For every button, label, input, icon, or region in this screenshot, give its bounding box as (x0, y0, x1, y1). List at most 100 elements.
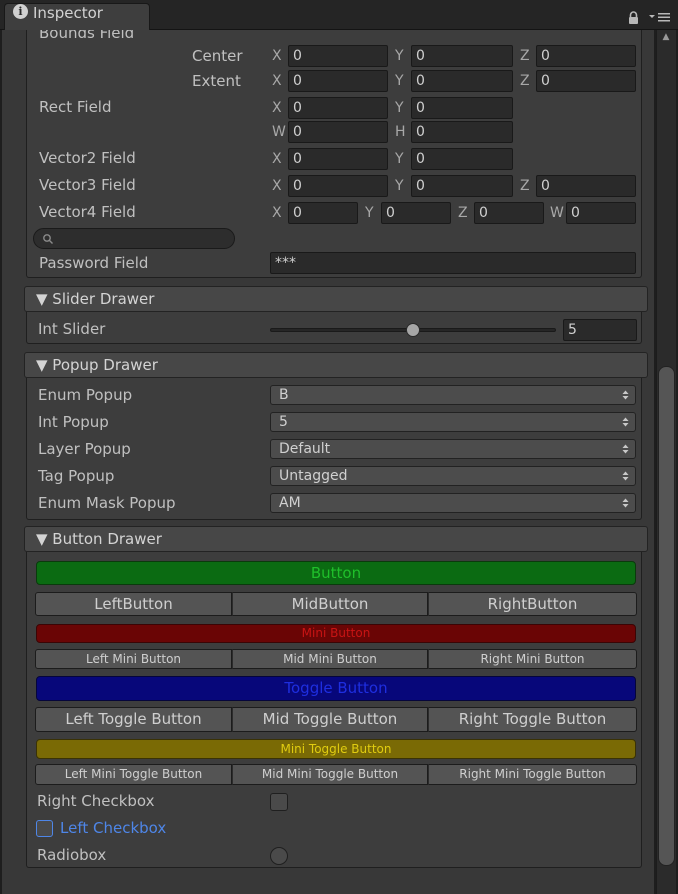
extent-x-field[interactable]: 0 (288, 70, 388, 92)
button-drawer-title[interactable]: ▼ Button Drawer (36, 530, 162, 548)
int-popup-label: Int Popup (38, 413, 109, 431)
rect-field-label: Rect Field (39, 98, 112, 116)
mini-toggle-button[interactable]: Mini Toggle Button (36, 739, 636, 759)
info-icon: i (13, 4, 28, 19)
left-button[interactable]: LeftButton (35, 592, 232, 616)
radiobox-label: Radiobox (37, 846, 107, 864)
scroll-up-icon[interactable]: ▲ (660, 32, 672, 44)
right-mini-toggle-button[interactable]: Right Mini Toggle Button (428, 764, 637, 785)
left-checkbox[interactable] (36, 820, 53, 837)
axis-x-label: X (272, 178, 282, 194)
search-icon (42, 231, 54, 249)
right-checkbox[interactable] (270, 793, 288, 811)
right-mini-button[interactable]: Right Mini Button (428, 649, 637, 669)
vector3-x-field[interactable]: 0 (288, 175, 388, 197)
int-slider-thumb[interactable] (406, 323, 420, 337)
layer-popup-label: Layer Popup (38, 440, 131, 458)
slider-drawer-title[interactable]: ▼ Slider Drawer (36, 290, 154, 308)
radiobox[interactable] (270, 847, 288, 865)
search-field[interactable] (33, 228, 235, 249)
axis-y-label: Y (395, 151, 404, 167)
axis-z-label: Z (520, 48, 530, 64)
right-checkbox-label: Right Checkbox (37, 792, 155, 810)
lock-icon[interactable] (628, 10, 639, 24)
rect-h-field[interactable]: 0 (411, 121, 513, 143)
layer-popup-value: Default (279, 441, 331, 457)
rect-x-field[interactable]: 0 (288, 97, 388, 119)
menu-icon[interactable] (648, 11, 672, 23)
center-y-field[interactable]: 0 (411, 45, 513, 67)
mid-mini-toggle-button[interactable]: Mid Mini Toggle Button (232, 764, 428, 785)
layer-popup[interactable]: Default (270, 439, 636, 459)
toggle-button[interactable]: Toggle Button (36, 676, 636, 701)
password-field-label: Password Field (39, 254, 149, 272)
vector3-z-field[interactable]: 0 (536, 175, 636, 197)
axis-y-label: Y (395, 48, 404, 64)
mid-mini-button[interactable]: Mid Mini Button (232, 649, 428, 669)
enum-mask-popup-label: Enum Mask Popup (38, 494, 176, 512)
enum-popup-label: Enum Popup (38, 386, 133, 404)
left-toggle-button[interactable]: Left Toggle Button (35, 707, 232, 732)
vector2-field-label: Vector2 Field (39, 149, 136, 167)
rect-w-field[interactable]: 0 (288, 121, 388, 143)
right-button[interactable]: RightButton (428, 592, 637, 616)
axis-x-label: X (272, 205, 282, 221)
inspector-content: Bounds Field Center Extent X 0 Y 0 Z 0 X… (2, 30, 654, 894)
tag-popup-label: Tag Popup (38, 467, 115, 485)
axis-z-label: Z (520, 178, 530, 194)
popup-arrows-icon (622, 413, 629, 431)
center-x-field[interactable]: 0 (288, 45, 388, 67)
vector2-x-field[interactable]: 0 (288, 148, 388, 170)
axis-x-label: X (272, 48, 282, 64)
extent-y-field[interactable]: 0 (411, 70, 513, 92)
int-popup-value: 5 (279, 414, 288, 430)
enum-mask-popup[interactable]: AM (270, 493, 636, 513)
vector2-y-field[interactable]: 0 (411, 148, 513, 170)
axis-z-label: Z (458, 205, 468, 221)
axis-y-label: Y (395, 178, 404, 194)
left-mini-button[interactable]: Left Mini Button (35, 649, 232, 669)
center-label: Center (192, 47, 243, 65)
rect-y-field[interactable]: 0 (411, 97, 513, 119)
right-toggle-button[interactable]: Right Toggle Button (428, 707, 637, 732)
vector4-y-field[interactable]: 0 (381, 202, 451, 224)
axis-y-label: Y (365, 205, 374, 221)
password-field[interactable]: *** (270, 252, 636, 274)
axis-y-label: Y (395, 73, 404, 89)
enum-popup-value: B (279, 387, 289, 403)
vector4-x-field[interactable]: 0 (288, 202, 358, 224)
axis-w-label: W (550, 205, 564, 221)
enum-mask-popup-value: AM (279, 495, 301, 511)
tab-title: Inspector (33, 4, 103, 22)
int-slider-label: Int Slider (38, 320, 106, 338)
enum-popup[interactable]: B (270, 385, 636, 405)
popup-drawer-title[interactable]: ▼ Popup Drawer (36, 356, 158, 374)
axis-h-label: H (395, 124, 406, 140)
axis-y-label: Y (395, 100, 404, 116)
axis-z-label: Z (520, 73, 530, 89)
popup-arrows-icon (622, 467, 629, 485)
popup-arrows-icon (622, 386, 629, 404)
extent-label: Extent (192, 72, 241, 90)
mid-toggle-button[interactable]: Mid Toggle Button (232, 707, 428, 732)
extent-z-field[interactable]: 0 (536, 70, 636, 92)
int-popup[interactable]: 5 (270, 412, 636, 432)
vector3-y-field[interactable]: 0 (411, 175, 513, 197)
int-slider-value-field[interactable]: 5 (563, 319, 637, 341)
vector4-z-field[interactable]: 0 (474, 202, 544, 224)
bounds-field-label: Bounds Field (39, 30, 135, 42)
scrollbar-thumb[interactable] (658, 366, 675, 866)
mini-button[interactable]: Mini Button (36, 624, 636, 643)
left-mini-toggle-button[interactable]: Left Mini Toggle Button (35, 764, 232, 785)
vector4-w-field[interactable]: 0 (566, 202, 636, 224)
axis-w-label: W (272, 124, 286, 140)
axis-x-label: X (272, 151, 282, 167)
left-checkbox-label[interactable]: Left Checkbox (60, 819, 166, 837)
vector3-field-label: Vector3 Field (39, 176, 136, 194)
mid-button[interactable]: MidButton (232, 592, 428, 616)
tag-popup-value: Untagged (279, 468, 348, 484)
center-z-field[interactable]: 0 (536, 45, 636, 67)
axis-x-label: X (272, 73, 282, 89)
button[interactable]: Button (36, 561, 636, 585)
tag-popup[interactable]: Untagged (270, 466, 636, 486)
